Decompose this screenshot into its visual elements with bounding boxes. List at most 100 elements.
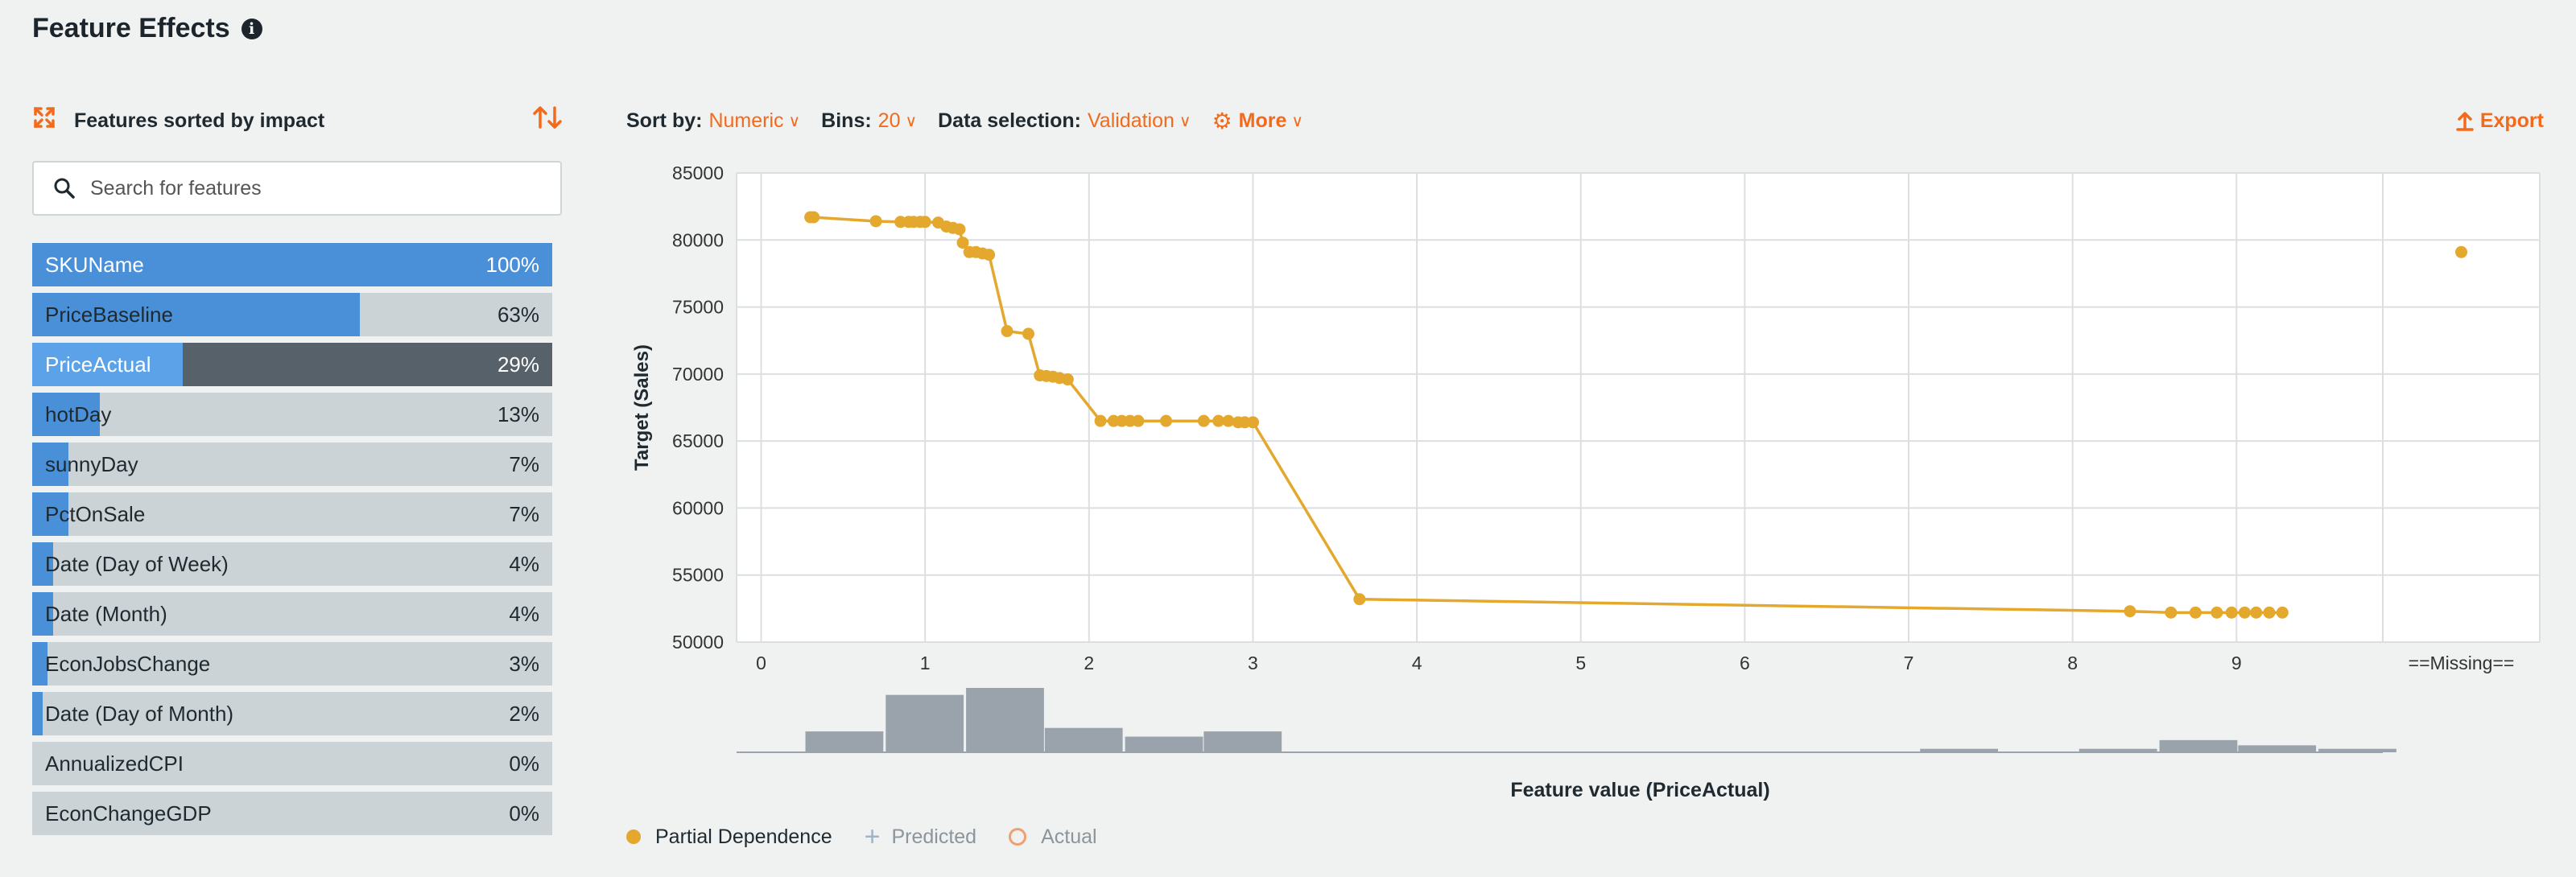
legend-actual[interactable]: Actual: [1009, 825, 1097, 849]
histogram-bar: [966, 688, 1044, 752]
impact-icon: [32, 105, 64, 136]
export-button[interactable]: Export: [2456, 105, 2544, 137]
x-tick-label: 6: [1740, 653, 1750, 673]
feature-impact-pct: 0%: [509, 751, 539, 776]
chevron-down-icon[interactable]: ∨: [1179, 111, 1191, 131]
more-dropdown[interactable]: More: [1239, 109, 1287, 133]
partial-dependence-point: [2263, 606, 2276, 619]
histogram-bar: [2079, 748, 2157, 752]
partial-dependence-point: [2211, 606, 2223, 619]
bins-dropdown[interactable]: 20: [878, 109, 901, 133]
partial-dependence-point: [2225, 606, 2238, 619]
partial-dependence-point: [1061, 373, 1074, 386]
legend-partial-dependence[interactable]: Partial Dependence: [626, 826, 832, 849]
feature-row[interactable]: Date (Month) 4%: [32, 592, 552, 636]
x-tick-label: 4: [1412, 653, 1422, 673]
feature-impact-pct: 29%: [497, 352, 539, 377]
feature-name: PriceBaseline: [45, 303, 173, 327]
feature-row[interactable]: PriceActual 29%: [32, 343, 552, 386]
impact-bar-fill: [32, 692, 43, 735]
feature-row[interactable]: sunnyDay 7%: [32, 443, 552, 486]
feature-name: Date (Month): [45, 602, 167, 626]
partial-dependence-point: [2276, 606, 2289, 619]
feature-name: EconJobsChange: [45, 652, 211, 676]
info-icon[interactable]: i: [241, 18, 262, 39]
ring-icon: [1009, 828, 1027, 846]
feature-impact-pct: 100%: [485, 253, 540, 277]
feature-search[interactable]: [32, 161, 562, 216]
search-input[interactable]: [89, 175, 543, 201]
feature-row[interactable]: hotDay 13%: [32, 393, 552, 436]
export-label: Export: [2479, 109, 2544, 132]
gear-icon[interactable]: ⚙: [1212, 108, 1232, 134]
x-tick-label: 3: [1248, 653, 1258, 673]
bins-label: Bins:: [821, 109, 872, 132]
data-selection-label: Data selection:: [938, 109, 1081, 132]
partial-dependence-point: [1246, 416, 1259, 429]
feature-row[interactable]: EconJobsChange 3%: [32, 642, 552, 686]
sort-by-dropdown[interactable]: Numeric: [708, 109, 783, 133]
histogram-bar: [2238, 745, 2317, 752]
chart-toolbar: Sort by: Numeric ∨ Bins: 20 ∨ Data selec…: [626, 105, 1324, 137]
feature-row[interactable]: SKUName 100%: [32, 243, 552, 286]
sort-toggle-icon[interactable]: [531, 105, 564, 137]
legend-actual-label: Actual: [1041, 825, 1097, 848]
features-header-label: Features sorted by impact: [74, 109, 325, 132]
feature-impact-pct: 3%: [509, 652, 539, 676]
chevron-down-icon[interactable]: ∨: [789, 111, 801, 131]
histogram-bar: [1044, 727, 1123, 752]
partial-dependence-point: [2250, 606, 2263, 619]
histogram-bar: [805, 731, 884, 752]
x-tick-label: 5: [1575, 653, 1586, 673]
x-tick-label: 7: [1904, 653, 1914, 673]
feature-row[interactable]: PctOnSale 7%: [32, 492, 552, 536]
feature-row[interactable]: AnnualizedCPI 0%: [32, 742, 552, 785]
histogram-bar: [1920, 748, 1999, 752]
chevron-down-icon[interactable]: ∨: [905, 111, 917, 131]
plot-area: [737, 173, 2540, 642]
data-selection-dropdown[interactable]: Validation: [1088, 109, 1174, 133]
y-tick-label: 70000: [672, 364, 724, 385]
feature-name: PriceActual: [45, 352, 151, 377]
chevron-down-icon[interactable]: ∨: [1291, 111, 1303, 131]
legend-predicted[interactable]: + Predicted: [865, 823, 976, 850]
partial-dependence-point: [807, 211, 820, 224]
feature-name: PctOnSale: [45, 502, 146, 526]
feature-row[interactable]: Date (Day of Month) 2%: [32, 692, 552, 735]
x-tick-label: 9: [2231, 653, 2242, 673]
legend-partial-dependence-label: Partial Dependence: [655, 825, 832, 848]
partial-dependence-point: [2124, 605, 2136, 618]
feature-impact-pct: 0%: [509, 801, 539, 826]
sort-by-label: Sort by:: [626, 109, 703, 132]
histogram-bar: [2159, 739, 2238, 752]
x-tick-label: 2: [1084, 653, 1094, 673]
features-header: Features sorted by impact: [32, 106, 564, 135]
feature-impact-pct: 7%: [509, 452, 539, 476]
partial-dependence-point: [1353, 593, 1366, 606]
feature-row[interactable]: PriceBaseline 63%: [32, 293, 552, 336]
feature-list: SKUName 100% PriceBaseline 63% PriceActual 29…: [32, 243, 552, 842]
feature-row[interactable]: Date (Day of Week) 4%: [32, 542, 552, 586]
feature-row[interactable]: EconChangeGDP 0%: [32, 792, 552, 835]
partial-dependence-point: [2189, 606, 2202, 619]
legend-predicted-label: Predicted: [891, 825, 977, 848]
feature-name: AnnualizedCPI: [45, 751, 184, 776]
feature-effects-chart: 50000 55000 60000 65000 70000 75000 80000 85000…: [631, 163, 2541, 801]
partial-dependence-point: [1094, 414, 1107, 427]
histogram-bar: [886, 694, 964, 752]
y-tick-label: 55000: [672, 565, 724, 586]
x-tick-label: 8: [2067, 653, 2078, 673]
y-tick-label: 65000: [672, 430, 724, 451]
feature-name: Date (Day of Week): [45, 552, 229, 576]
partial-dependence-point: [1160, 414, 1173, 427]
feature-name: SKUName: [45, 253, 144, 277]
x-tick-label: 0: [756, 653, 766, 673]
page-title: Feature Effects i: [32, 13, 262, 44]
feature-name: sunnyDay: [45, 452, 138, 476]
partial-dependence-point: [1132, 414, 1145, 427]
feature-name: EconChangeGDP: [45, 801, 212, 826]
partial-dependence-point: [953, 223, 966, 236]
export-icon: [2456, 112, 2474, 131]
y-tick-label: 80000: [672, 229, 724, 250]
plus-icon: +: [864, 821, 881, 852]
